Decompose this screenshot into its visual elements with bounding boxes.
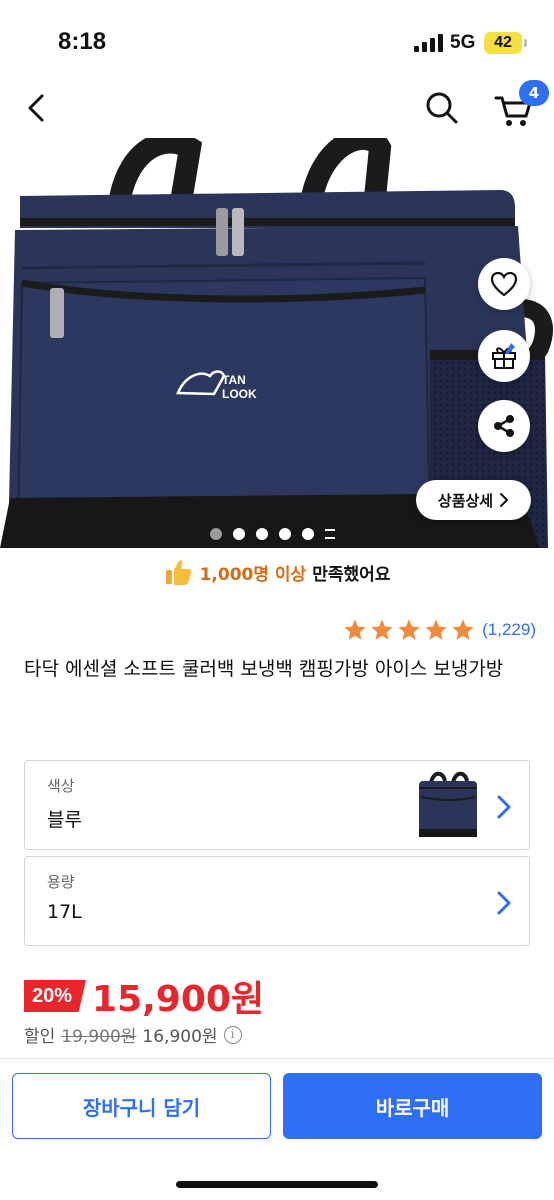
info-icon[interactable]: i [223, 1025, 242, 1044]
share-icon [494, 415, 514, 437]
price-row: 20% 15,900원 [24, 972, 264, 1020]
product-detail-button[interactable]: 상품상세 [416, 480, 531, 520]
battery-icon: 42 [484, 32, 522, 54]
star-icon [452, 619, 474, 640]
star-icon [425, 619, 447, 640]
carousel-indicator [210, 528, 335, 540]
signal-icon [414, 34, 444, 52]
star-rating [343, 618, 475, 642]
discount-label: 할인 [24, 1027, 56, 1047]
home-indicator [176, 1181, 378, 1188]
gift-button[interactable] [478, 330, 530, 382]
satisfaction-banner: 1,000명 이상 만족했어요 [0, 552, 554, 592]
heart-icon [490, 271, 518, 297]
search-icon [426, 92, 458, 124]
price-breakdown: 할인 19,900원 16,900원 i [24, 1022, 242, 1047]
option-capacity[interactable]: 용량 17L [24, 856, 530, 946]
star-icon [371, 619, 393, 640]
product-title: 타닥 에센셜 소프트 쿨러백 보냉백 캠핑가방 아이스 보냉가방 [24, 658, 504, 680]
satisfaction-highlight: 1,000명 이상 [199, 564, 307, 585]
option-capacity-value: 17L [47, 901, 82, 923]
chevron-right-icon [500, 493, 509, 507]
carousel-dot[interactable] [210, 528, 222, 540]
option-capacity-label: 용량 [47, 873, 75, 891]
svg-text:TAN: TAN [222, 373, 246, 387]
back-arrow-icon [28, 94, 44, 122]
carousel-dot[interactable] [279, 528, 291, 540]
discount-badge: 20% [24, 980, 87, 1012]
option-color-label: 색상 [47, 777, 75, 795]
rating[interactable]: (1,229) [343, 618, 536, 642]
member-price: 16,900원 [142, 1027, 218, 1047]
satisfaction-text: 만족했어요 [312, 564, 391, 585]
carousel-dot[interactable] [233, 528, 245, 540]
chevron-right-icon [497, 795, 511, 819]
cart-count-badge: 4 [519, 80, 549, 106]
thumbs-up-icon [165, 560, 191, 585]
status-time: 8:18 [58, 28, 107, 55]
product-detail-label: 상품상세 [437, 491, 494, 510]
original-price: 19,900원 [61, 1027, 137, 1047]
gift-icon [492, 343, 516, 369]
final-price: 15,900원 [92, 979, 265, 1020]
review-count[interactable]: (1,229) [482, 620, 536, 640]
buy-now-button[interactable]: 바로구매 [283, 1073, 542, 1139]
star-icon [344, 619, 366, 640]
star-icon [398, 619, 420, 640]
network-label: 5G [450, 32, 476, 53]
share-button[interactable] [478, 400, 530, 452]
carousel-dot[interactable] [302, 528, 314, 540]
battery-tip [524, 39, 527, 47]
option-color[interactable]: 색상 블루 [24, 760, 530, 850]
svg-text:LOOK: LOOK [222, 387, 257, 401]
option-color-value: 블루 [47, 809, 82, 831]
more-images-icon [325, 529, 335, 539]
back-button[interactable] [18, 88, 54, 128]
carousel-dot[interactable] [256, 528, 268, 540]
status-bar: 8:18 5G 42 [0, 0, 554, 80]
add-to-cart-button[interactable]: 장바구니 담기 [12, 1073, 271, 1139]
bottom-action-bar: 장바구니 담기 바로구매 [0, 1058, 554, 1200]
option-thumbnail [419, 771, 477, 837]
wishlist-button[interactable] [478, 258, 530, 310]
search-button[interactable] [420, 86, 464, 130]
nav-bar [0, 80, 554, 138]
chevron-right-icon [497, 891, 511, 915]
